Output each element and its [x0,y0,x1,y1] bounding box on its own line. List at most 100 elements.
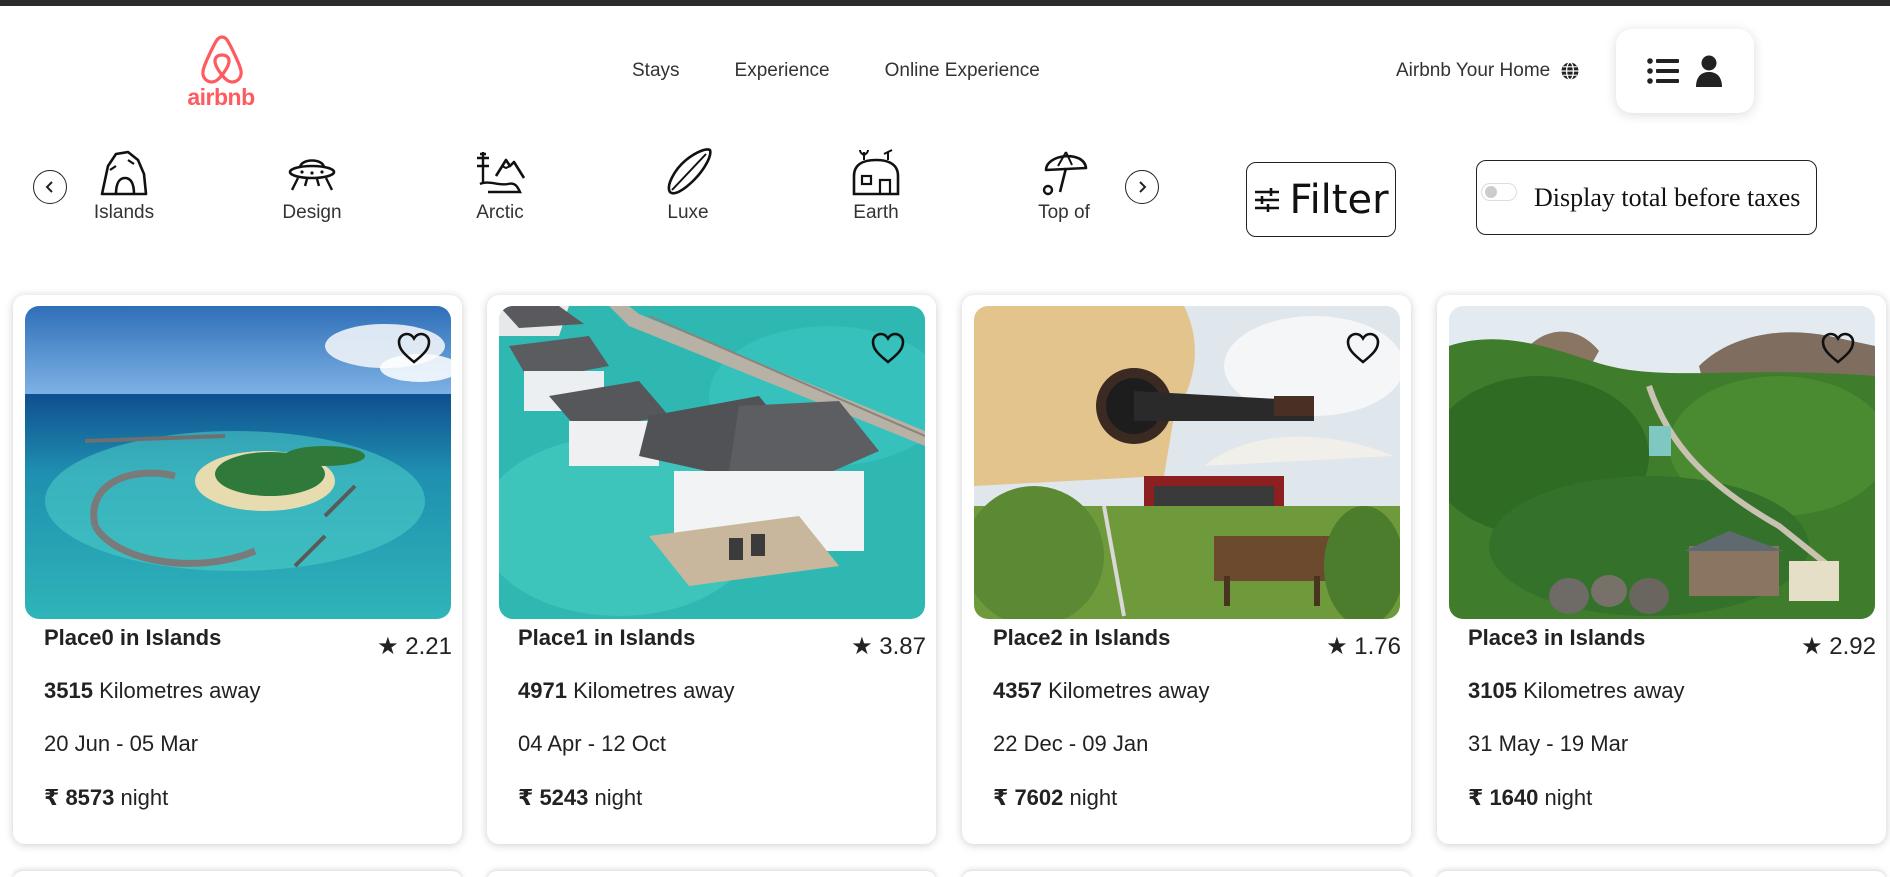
price-value: 5243 [539,785,589,810]
rating-value: 1.76 [1354,633,1401,660]
chevron-right-icon [1139,181,1147,193]
listing-card-next-row [962,871,1411,877]
airbnb-logo-icon [201,35,243,84]
category-label: Earth [853,202,899,223]
heart-icon[interactable] [1345,331,1381,365]
globe-icon [1561,61,1579,81]
star-icon: ★ [851,633,880,660]
listing-price: ₹ 7602 night [993,785,1117,811]
listing-dates: 31 May - 19 Mar [1468,731,1629,756]
listing-distance: 4357 Kilometres away [993,678,1209,704]
category-label: Arctic [476,202,524,223]
price-unit: night [1069,785,1118,810]
category-label: Design [282,202,342,223]
price-value: 8573 [65,785,115,810]
listing-distance: 4971 Kilometres away [518,678,734,704]
distance-unit: Kilometres away [1523,678,1685,703]
rating-value: 2.92 [1829,633,1876,660]
listing-card[interactable]: Place0 in Islands ★ 2.21 3515 Kilometres… [13,295,462,844]
currency-symbol: ₹ [993,785,1009,810]
airbnb-logo[interactable]: airbnb [186,33,256,110]
switch-knob [1485,186,1497,198]
price-unit: night [120,785,169,810]
listing-dates: 20 Jun - 05 Mar [44,731,199,756]
listing-card[interactable]: Place3 in Islands ★ 2.92 3105 Kilometres… [1437,295,1886,844]
distance-value: 4357 [993,678,1042,703]
user-menu-button[interactable] [1616,29,1754,113]
distance-value: 3105 [1468,678,1517,703]
listing-rating: ★ 3.87 [851,632,926,661]
listing-rating: ★ 2.92 [1801,632,1876,661]
price-value: 7602 [1014,785,1064,810]
listing-title: Place3 in Islands [1468,625,1646,650]
price-value: 1640 [1489,785,1539,810]
listing-dates: 22 Dec - 09 Jan [993,731,1149,756]
star-icon: ★ [377,633,406,660]
listing-photo[interactable] [25,306,451,619]
listing-distance: 3515 Kilometres away [44,678,260,704]
listing-photo[interactable] [1449,306,1875,619]
category-design[interactable]: Design [242,146,382,238]
user-icon [1696,55,1722,87]
listing-card-next-row [13,871,462,877]
listing-card[interactable]: Place2 in Islands ★ 1.76 4357 Kilometres… [962,295,1411,844]
listing-rating: ★ 2.21 [377,632,452,661]
islands-icon [100,150,148,196]
category-arctic[interactable]: Arctic [430,146,570,238]
category-luxe[interactable]: Luxe [618,146,758,238]
sliders-icon [1255,187,1280,212]
category-label: Luxe [667,202,709,223]
design-ufo-icon [288,159,336,191]
nav-stays[interactable]: Stays [632,60,680,84]
listing-title: Place0 in Islands [44,625,222,650]
nav-online-experience[interactable]: Online Experience [885,60,1040,84]
distance-value: 4971 [518,678,567,703]
listing-card[interactable]: Place1 in Islands ★ 3.87 4971 Kilometres… [487,295,936,844]
tax-toggle-label: Display total before taxes [1534,183,1801,212]
category-top-of[interactable]: Top of [994,146,1134,238]
tax-toggle-switch[interactable] [1481,183,1517,201]
star-icon: ★ [1801,633,1830,660]
logo-wordmark: airbnb [187,84,255,110]
guitar-house-photo [974,306,1400,619]
listing-photo[interactable] [499,306,925,619]
filter-label: Filter [1289,176,1389,223]
earth-home-icon [852,149,900,196]
listing-distance: 3105 Kilometres away [1468,678,1684,704]
listing-title: Place2 in Islands [993,625,1171,650]
heart-icon[interactable] [870,331,906,365]
filter-button[interactable]: Filter [1246,162,1396,237]
distance-unit: Kilometres away [573,678,735,703]
category-islands[interactable]: Islands [54,146,194,238]
water-villa-photo [499,306,925,619]
distance-unit: Kilometres away [1048,678,1210,703]
arctic-icon [477,152,526,194]
top-of-umbrella-icon [1042,151,1088,196]
jungle-valley-photo [1449,306,1875,619]
listing-price: ₹ 5243 night [518,785,642,811]
heart-icon[interactable] [396,331,432,365]
host-link-label: Airbnb Your Home [1396,60,1551,81]
rating-value: 2.21 [405,633,452,660]
listing-card-next-row [487,871,936,877]
nav-experience[interactable]: Experience [735,60,830,84]
category-label: Top of [1038,202,1090,223]
star-icon: ★ [1326,633,1355,660]
luxe-surfboard-icon [667,148,712,195]
listing-dates: 04 Apr - 12 Oct [518,731,666,756]
display-total-toggle[interactable]: Display total before taxes [1476,160,1817,235]
category-label: Islands [93,202,155,223]
category-earth[interactable]: Earth [806,146,946,238]
heart-icon[interactable] [1820,331,1856,365]
rating-value: 3.87 [879,633,926,660]
distance-value: 3515 [44,678,93,703]
currency-symbol: ₹ [44,785,60,810]
listing-rating: ★ 1.76 [1326,632,1401,661]
category-next-button[interactable] [1125,170,1159,204]
listing-photo[interactable] [974,306,1400,619]
main-nav: Stays Experience Online Experience [632,60,1040,84]
airbnb-your-home-link[interactable]: Airbnb Your Home [1396,60,1580,82]
list-icon [1647,58,1679,84]
island-atoll-photo [25,306,451,619]
browser-top-edge [0,0,1890,6]
